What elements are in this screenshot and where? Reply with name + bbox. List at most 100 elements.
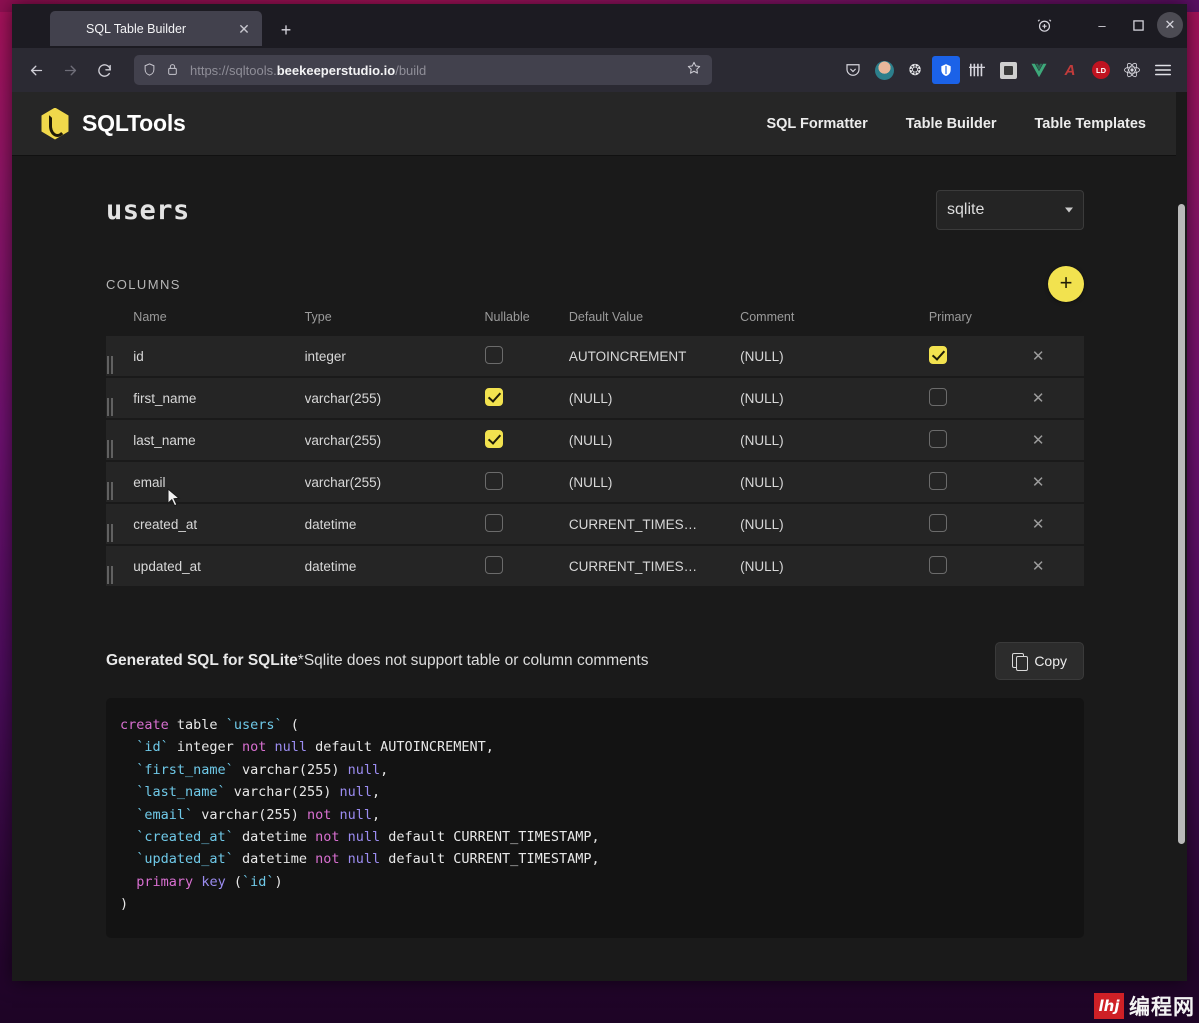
cell-type[interactable]: datetime	[305, 546, 485, 586]
sql-heading-bold: Generated SQL for SQLite	[106, 652, 298, 669]
nullable-checkbox[interactable]	[484, 387, 503, 406]
delete-row-icon[interactable]: ✕	[1032, 349, 1045, 364]
pocket-icon[interactable]	[839, 56, 867, 84]
page-scrollbar-thumb[interactable]	[1178, 204, 1185, 844]
cell-primary	[928, 462, 1032, 502]
nav-sql-formatter[interactable]: SQL Formatter	[766, 116, 867, 132]
cell-default[interactable]: CURRENT_TIMES…	[569, 504, 740, 544]
bookmark-star-icon[interactable]	[686, 60, 704, 81]
cell-delete: ✕	[1032, 546, 1084, 586]
cell-comment[interactable]: (NULL)	[740, 462, 929, 502]
cell-type[interactable]: varchar(255)	[305, 462, 485, 502]
vue-devtools-icon[interactable]	[1025, 56, 1053, 84]
page-scrollbar-track[interactable]	[1176, 92, 1187, 981]
cell-comment[interactable]: (NULL)	[740, 546, 929, 586]
cell-default[interactable]: AUTOINCREMENT	[569, 336, 740, 376]
columns-table-body: id integer AUTOINCREMENT (NULL) ✕ first_name v…	[106, 336, 1084, 586]
chevron-down-icon	[1065, 207, 1073, 213]
cell-delete: ✕	[1032, 462, 1084, 502]
copy-icon	[1012, 653, 1028, 671]
watermark-mark: lhj	[1094, 993, 1124, 1019]
reload-button[interactable]	[88, 55, 120, 85]
primary-checkbox[interactable]	[928, 555, 947, 574]
nullable-checkbox[interactable]	[484, 555, 503, 574]
new-tab-button[interactable]: +	[272, 16, 300, 44]
table-row[interactable]: email varchar(255) (NULL) (NULL) ✕	[106, 462, 1084, 502]
browser-tab[interactable]: SQL Table Builder ✕	[50, 11, 262, 46]
columns-extension-icon[interactable]	[963, 56, 991, 84]
address-bar[interactable]: https://sqltools.beekeeperstudio.io/buil…	[134, 55, 712, 85]
cell-type[interactable]: varchar(255)	[305, 420, 485, 460]
back-button[interactable]	[20, 55, 52, 85]
gnome-extension-icon[interactable]: ❂	[901, 56, 929, 84]
dialect-select[interactable]: sqlite	[936, 190, 1084, 230]
nullable-checkbox[interactable]	[484, 513, 503, 532]
primary-checkbox[interactable]	[928, 429, 947, 448]
nullable-checkbox[interactable]	[484, 429, 503, 448]
cell-comment[interactable]: (NULL)	[740, 336, 929, 376]
site-nav: SQL Formatter Table Builder Table Templa…	[766, 116, 1146, 132]
shield-security-icon[interactable]	[932, 56, 960, 84]
primary-checkbox[interactable]	[928, 387, 947, 406]
delete-row-icon[interactable]: ✕	[1032, 391, 1045, 406]
cell-type[interactable]: integer	[305, 336, 485, 376]
table-row[interactable]: id integer AUTOINCREMENT (NULL) ✕	[106, 336, 1084, 376]
cell-type[interactable]: datetime	[305, 504, 485, 544]
cell-default[interactable]: (NULL)	[569, 462, 740, 502]
forward-button[interactable]	[54, 55, 86, 85]
lock-icon	[166, 62, 182, 78]
cell-name[interactable]: last_name	[133, 420, 304, 460]
delete-row-icon[interactable]: ✕	[1032, 517, 1045, 532]
table-row[interactable]: last_name varchar(255) (NULL) (NULL) ✕	[106, 420, 1084, 460]
image-extension-icon[interactable]	[994, 56, 1022, 84]
sql-heading-note: *Sqlite does not support table or column…	[297, 652, 649, 669]
alarm-clock-icon[interactable]	[1027, 10, 1061, 40]
profile-avatar-icon[interactable]	[870, 56, 898, 84]
primary-checkbox[interactable]	[928, 345, 947, 364]
minimize-button[interactable]: –	[1085, 10, 1119, 40]
cell-default[interactable]: CURRENT_TIMES…	[569, 546, 740, 586]
copy-button-label: Copy	[1034, 653, 1067, 669]
cell-name[interactable]: id	[133, 336, 304, 376]
th-handle	[106, 306, 133, 334]
table-row[interactable]: created_at datetime CURRENT_TIMES… (NULL) ✕	[106, 504, 1084, 544]
add-column-button[interactable]: +	[1048, 266, 1084, 302]
browser-window: SQL Table Builder ✕ + – ✕ https://sqltoo…	[12, 4, 1187, 981]
table-name-input[interactable]: users	[106, 195, 190, 226]
table-row[interactable]: first_name varchar(255) (NULL) (NULL) ✕	[106, 378, 1084, 418]
primary-checkbox[interactable]	[928, 471, 947, 490]
close-window-button[interactable]: ✕	[1157, 12, 1183, 38]
cell-comment[interactable]: (NULL)	[740, 378, 929, 418]
table-row[interactable]: updated_at datetime CURRENT_TIMES… (NULL) ✕	[106, 546, 1084, 586]
primary-checkbox[interactable]	[928, 513, 947, 532]
cell-name[interactable]: first_name	[133, 378, 304, 418]
browser-toolbar: https://sqltools.beekeeperstudio.io/buil…	[12, 48, 1187, 92]
cell-name[interactable]: updated_at	[133, 546, 304, 586]
react-devtools-icon[interactable]	[1118, 56, 1146, 84]
delete-row-icon[interactable]: ✕	[1032, 475, 1045, 490]
cell-default[interactable]: (NULL)	[569, 378, 740, 418]
delete-row-icon[interactable]: ✕	[1032, 559, 1045, 574]
lastpass-icon[interactable]: LD	[1087, 56, 1115, 84]
nav-table-builder[interactable]: Table Builder	[906, 116, 997, 132]
app-menu-icon[interactable]	[1149, 56, 1177, 84]
brand-logo-group[interactable]: SQLTools	[40, 107, 186, 140]
cell-comment[interactable]: (NULL)	[740, 504, 929, 544]
nav-table-templates[interactable]: Table Templates	[1035, 116, 1146, 132]
cell-type[interactable]: varchar(255)	[305, 378, 485, 418]
row-drag-handle-cell	[106, 462, 133, 502]
cell-comment[interactable]: (NULL)	[740, 420, 929, 460]
delete-row-icon[interactable]: ✕	[1032, 433, 1045, 448]
tab-close-icon[interactable]: ✕	[234, 19, 254, 39]
angular-devtools-icon[interactable]: A	[1056, 56, 1084, 84]
copy-sql-button[interactable]: Copy	[995, 642, 1084, 680]
cell-nullable	[484, 504, 569, 544]
cell-delete: ✕	[1032, 420, 1084, 460]
nullable-checkbox[interactable]	[484, 345, 503, 364]
nullable-checkbox[interactable]	[484, 471, 503, 490]
cell-name[interactable]: email	[133, 462, 304, 502]
cell-name[interactable]: created_at	[133, 504, 304, 544]
cell-default[interactable]: (NULL)	[569, 420, 740, 460]
row-drag-handle-cell	[106, 378, 133, 418]
maximize-button[interactable]	[1121, 10, 1155, 40]
